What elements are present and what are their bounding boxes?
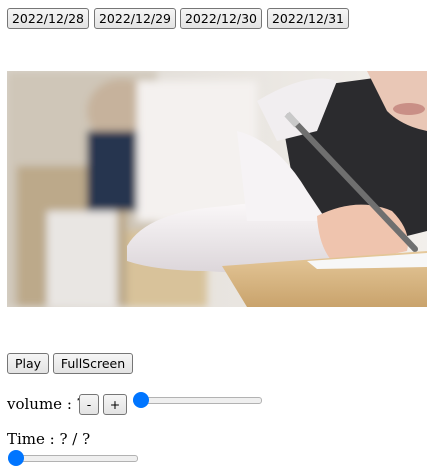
video-frame-image bbox=[7, 71, 427, 307]
date-button-2022-12-30[interactable]: 2022/12/30 bbox=[180, 8, 262, 29]
volume-slider-track bbox=[133, 397, 262, 404]
date-button-2022-12-31[interactable]: 2022/12/31 bbox=[267, 8, 349, 29]
seek-slider-thumb[interactable] bbox=[8, 450, 24, 466]
volume-slider[interactable] bbox=[133, 392, 262, 408]
date-button-2022-12-29[interactable]: 2022/12/29 bbox=[94, 8, 176, 29]
fullscreen-button[interactable]: FullScreen bbox=[53, 353, 133, 374]
seek-slider-track bbox=[8, 455, 138, 462]
date-button-2022-12-28[interactable]: 2022/12/28 bbox=[7, 8, 89, 29]
volume-slider-thumb[interactable] bbox=[133, 392, 149, 408]
volume-label: volume : ? bbox=[7, 395, 85, 413]
video-player[interactable] bbox=[7, 71, 427, 307]
volume-down-button[interactable]: - bbox=[79, 394, 99, 415]
time-label: Time : ? / ? bbox=[7, 430, 91, 448]
seek-slider[interactable] bbox=[8, 450, 138, 466]
play-button[interactable]: Play bbox=[7, 353, 49, 374]
volume-up-button[interactable]: + bbox=[103, 394, 127, 415]
